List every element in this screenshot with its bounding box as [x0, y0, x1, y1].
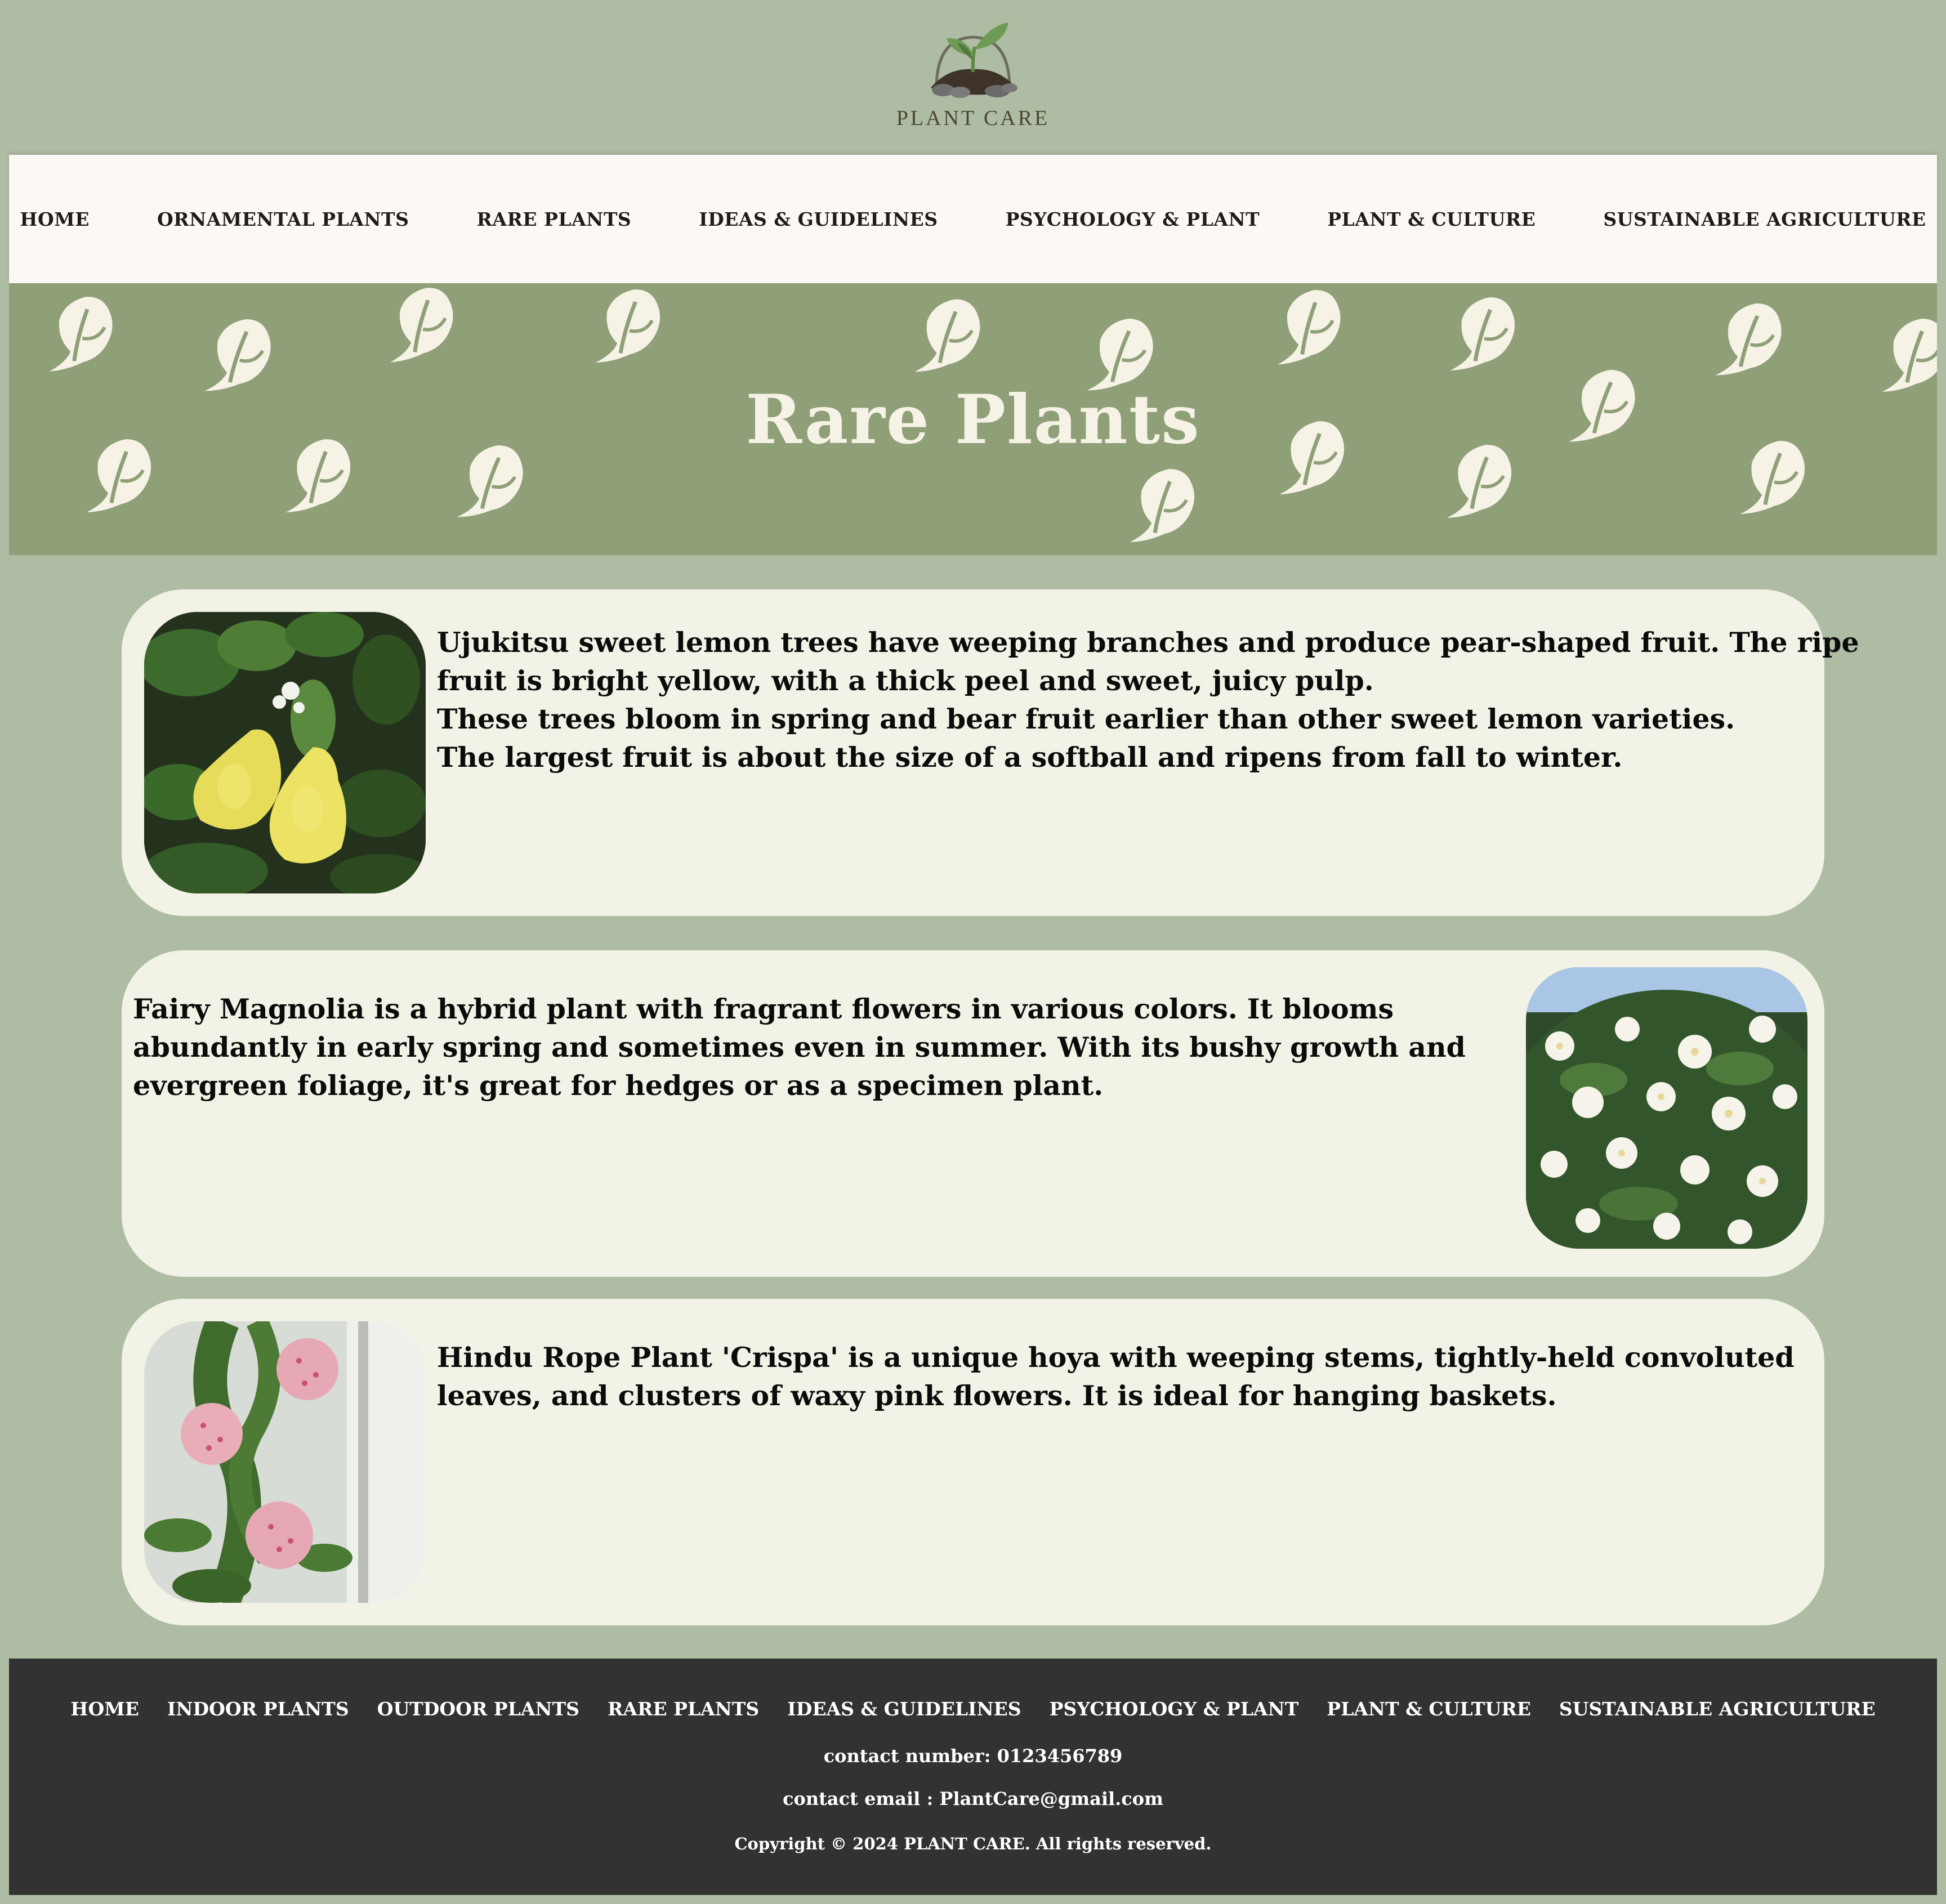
nav-home[interactable]: HOME [20, 208, 90, 230]
nav-sustainable-agriculture[interactable]: SUSTAINABLE AGRICULTURE [1603, 208, 1926, 230]
nav-plant-culture[interactable]: PLANT & CULTURE [1327, 208, 1536, 230]
footer-nav: HOME INDOOR PLANTS OUTDOOR PLANTS RARE P… [9, 1698, 1937, 1720]
plant-card-hindu-rope: Hindu Rope Plant 'Crispa' is a unique ho… [122, 1299, 1824, 1625]
description-line: These trees bloom in spring and bear fru… [437, 703, 1735, 735]
hindu-rope-plant-photo [144, 1321, 426, 1603]
footer-link-psychology-plant[interactable]: PSYCHOLOGY & PLANT [1050, 1698, 1299, 1720]
footer-link-indoor-plants[interactable]: INDOOR PLANTS [167, 1698, 349, 1720]
nav-psychology-plant[interactable]: PSYCHOLOGY & PLANT [1006, 208, 1260, 230]
plant-card-fairy-magnolia: Fairy Magnolia is a hybrid plant with fr… [122, 950, 1824, 1277]
footer-link-sustainable-agriculture[interactable]: SUSTAINABLE AGRICULTURE [1559, 1698, 1876, 1720]
description-line: abundantly in early spring and sometimes… [133, 1031, 1466, 1063]
brand-name: PLANT CARE [896, 106, 1050, 130]
plant-card-ujukitsu: Ujukitsu sweet lemon trees have weeping … [122, 589, 1859, 916]
description-line: evergreen foliage, it's great for hedges… [133, 1069, 1104, 1102]
footer-link-ideas-guidelines[interactable]: IDEAS & GUIDELINES [787, 1698, 1021, 1720]
description-line: Ujukitsu sweet lemon trees have weeping … [437, 626, 1859, 659]
footer-link-plant-culture[interactable]: PLANT & CULTURE [1327, 1698, 1531, 1720]
footer-link-home[interactable]: HOME [70, 1698, 139, 1720]
page-title: Rare Plants [746, 380, 1200, 459]
nav-rare-plants[interactable]: RARE PLANTS [476, 208, 631, 230]
nav-ornamental-plants[interactable]: ORNAMENTAL PLANTS [157, 208, 409, 230]
site-header: PLANT CARE [0, 0, 1946, 155]
leaf-icon [1443, 295, 1519, 370]
description-line: leaves, and clusters of waxy pink flower… [437, 1379, 1557, 1412]
sprout-in-soil-icon[interactable] [925, 16, 1021, 100]
footer-link-outdoor-plants[interactable]: OUTDOOR PLANTS [377, 1698, 579, 1720]
plant-description: Fairy Magnolia is a hybrid plant with fr… [133, 990, 1466, 1105]
leaf-icon [588, 287, 664, 363]
description-line: Fairy Magnolia is a hybrid plant with fr… [133, 993, 1394, 1025]
contact-email: contact email : PlantCare@gmail.com [783, 1788, 1163, 1809]
ujukitsu-lemon-photo [144, 612, 426, 893]
site-footer: HOME INDOOR PLANTS OUTDOOR PLANTS RARE P… [9, 1659, 1937, 1895]
leaf-icon [40, 294, 118, 372]
plant-description: Ujukitsu sweet lemon trees have weeping … [437, 623, 1859, 776]
contact-number: contact number: 0123456789 [823, 1745, 1123, 1767]
leaf-icon [909, 297, 984, 372]
leaf-icon [1268, 287, 1346, 365]
footer-link-rare-plants[interactable]: RARE PLANTS [608, 1698, 759, 1720]
description-line: The largest fruit is about the size of a… [437, 741, 1623, 774]
main-nav: HOME ORNAMENTAL PLANTS RARE PLANTS IDEAS… [9, 155, 1937, 283]
hero-banner: Rare Plants [9, 283, 1937, 555]
plant-description: Hindu Rope Plant 'Crispa' is a unique ho… [437, 1338, 1795, 1415]
leaf-icon [1711, 302, 1784, 376]
copyright: Copyright © 2024 PLANT CARE. All rights … [734, 1834, 1212, 1853]
fairy-magnolia-photo [1526, 967, 1807, 1249]
leaf-icon [381, 285, 458, 363]
description-line: fruit is bright yellow, with a thick pee… [437, 664, 1374, 697]
leaf-icon [1123, 467, 1199, 542]
nav-ideas-guidelines[interactable]: IDEAS & GUIDELINES [699, 208, 938, 230]
description-line: Hindu Rope Plant 'Crispa' is a unique ho… [437, 1341, 1795, 1374]
